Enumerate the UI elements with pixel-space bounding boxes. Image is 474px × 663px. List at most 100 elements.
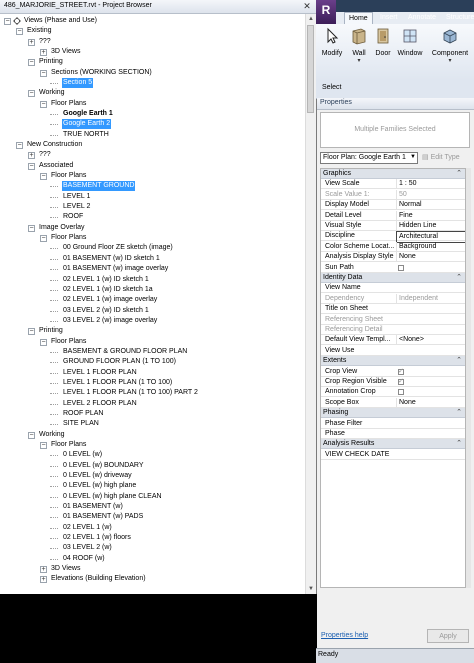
tree-node[interactable]: − Working: [0, 88, 300, 98]
property-row[interactable]: Annotation Crop: [321, 387, 465, 398]
tree-node[interactable]: 02 LEVEL 1 (w): [0, 523, 300, 533]
close-icon[interactable]: ✕: [302, 1, 312, 11]
type-selector[interactable]: Multiple Families Selected: [320, 112, 470, 148]
property-row[interactable]: Crop View: [321, 367, 465, 377]
tree-node[interactable]: 02 LEVEL 1 (w) ID sketch 1: [0, 275, 300, 285]
tree-node[interactable]: − Sections (WORKING SECTION): [0, 68, 300, 78]
scrollbar-thumb[interactable]: [307, 25, 314, 113]
scroll-down-icon[interactable]: ▼: [306, 584, 316, 594]
tree-node[interactable]: LEVEL 1: [0, 192, 300, 202]
tree-node[interactable]: LEVEL 2 FLOOR PLAN: [0, 399, 300, 409]
tab-annotate[interactable]: Annotate: [404, 12, 440, 24]
property-row[interactable]: Display Model Normal: [321, 200, 465, 211]
tree-vertical-scrollbar[interactable]: ▲ ▼: [305, 14, 316, 594]
expand-icon[interactable]: +: [28, 152, 35, 160]
property-checkbox[interactable]: [398, 377, 404, 385]
tree-node[interactable]: − Floor Plans: [0, 233, 300, 243]
tree-node[interactable]: − New Construction: [0, 140, 300, 150]
wall-button[interactable]: Wall ▾: [348, 27, 370, 77]
tree-node[interactable]: TRUE NORTH: [0, 130, 300, 140]
select-panel-bar[interactable]: Select: [316, 80, 474, 99]
tree-node[interactable]: 0 LEVEL (w) high plane CLEAN: [0, 492, 300, 502]
property-value[interactable]: None: [396, 252, 465, 263]
collapse-icon[interactable]: −: [40, 173, 47, 181]
tree-node[interactable]: 03 LEVEL 2 (w) image overlay: [0, 316, 300, 326]
property-checkbox[interactable]: [398, 389, 404, 396]
tree-node[interactable]: − Printing: [0, 326, 300, 336]
property-value[interactable]: Background: [396, 241, 465, 252]
tab-structure[interactable]: Structure: [442, 12, 474, 24]
tree-node[interactable]: 01 BASEMENT (w) image overlay: [0, 264, 300, 274]
property-row[interactable]: Title on Sheet: [321, 304, 465, 315]
tree-node[interactable]: LEVEL 1 FLOOR PLAN (1 TO 100) PART 2: [0, 388, 300, 398]
collapse-icon[interactable]: ⌃: [456, 273, 462, 283]
door-button[interactable]: Door: [372, 27, 394, 77]
tab-insert[interactable]: Insert: [376, 12, 402, 24]
collapse-icon[interactable]: −: [4, 18, 11, 25]
tree-node[interactable]: Google Earth 1: [0, 109, 300, 119]
tree-node[interactable]: 02 LEVEL 1 (w) floors: [0, 533, 300, 543]
tree-node[interactable]: +3D Views: [0, 47, 300, 57]
tree-node[interactable]: LEVEL 1 FLOOR PLAN: [0, 368, 300, 378]
scroll-up-icon[interactable]: ▲: [306, 14, 316, 24]
collapse-icon[interactable]: −: [28, 162, 35, 170]
tree-node[interactable]: ROOF PLAN: [0, 409, 300, 419]
collapse-icon[interactable]: −: [28, 224, 35, 232]
tree-node[interactable]: 01 BASEMENT (w): [0, 502, 300, 512]
properties-help-link[interactable]: Properties help: [321, 632, 368, 639]
window-button[interactable]: Window: [396, 27, 424, 77]
tree-node[interactable]: 0 LEVEL (w) driveway: [0, 471, 300, 481]
tree-node[interactable]: GROUND FLOOR PLAN (1 TO 100): [0, 357, 300, 367]
tree-node[interactable]: − Floor Plans: [0, 440, 300, 450]
tree-node[interactable]: − Working: [0, 430, 300, 440]
collapse-icon[interactable]: ⌃: [456, 408, 462, 418]
collapse-icon[interactable]: −: [28, 328, 35, 336]
apply-button[interactable]: Apply: [427, 629, 469, 643]
tree-node[interactable]: − Views (Phase and Use): [0, 16, 300, 26]
tree-node[interactable]: +???: [0, 37, 300, 47]
tree-node[interactable]: 0 LEVEL (w): [0, 450, 300, 460]
properties-scrollbar[interactable]: [466, 168, 471, 588]
collapse-icon[interactable]: −: [28, 59, 35, 67]
property-value[interactable]: Hidden Line: [396, 221, 465, 231]
property-group-header[interactable]: Analysis Results ⌃: [321, 439, 465, 450]
property-row[interactable]: Scope Box None: [321, 397, 465, 408]
tree-node[interactable]: − Existing: [0, 26, 300, 36]
tree-node[interactable]: BASEMENT GROUND: [0, 181, 300, 192]
tree-node[interactable]: 02 LEVEL 1 (w) ID sketch 1a: [0, 285, 300, 295]
tree-node[interactable]: 00 Ground Floor ZE sketch (image): [0, 243, 300, 253]
tree-node[interactable]: 01 BASEMENT (w) ID sketch 1: [0, 254, 300, 264]
property-row[interactable]: View Use: [321, 346, 465, 356]
component-dropdown-icon[interactable]: ▾: [428, 57, 472, 64]
property-value[interactable]: <None>: [396, 335, 465, 346]
property-row[interactable]: Discipline Architectural: [321, 231, 465, 244]
application-menu-button[interactable]: R: [316, 0, 336, 24]
property-group-header[interactable]: Identity Data ⌃: [321, 273, 465, 283]
tree-node[interactable]: +3D Views: [0, 564, 300, 574]
collapse-icon[interactable]: −: [40, 441, 47, 449]
collapse-icon[interactable]: −: [28, 431, 35, 439]
modify-button[interactable]: Modify: [318, 27, 346, 77]
instance-filter-dropdown[interactable]: Floor Plan: Google Earth 1 ▼: [320, 152, 418, 164]
property-row[interactable]: View Name: [321, 283, 465, 294]
collapse-icon[interactable]: −: [40, 100, 47, 108]
tree-node[interactable]: 0 LEVEL (w) high plane: [0, 481, 300, 491]
tree-node[interactable]: BASEMENT & GROUND FLOOR PLAN: [0, 347, 300, 357]
property-row[interactable]: Analysis Display Style None: [321, 252, 465, 263]
tree-node[interactable]: − Printing: [0, 57, 300, 67]
property-value[interactable]: 1 : 50: [396, 179, 465, 190]
property-row[interactable]: Crop Region Visible: [321, 377, 465, 387]
tab-home[interactable]: Home: [344, 12, 373, 24]
collapse-icon[interactable]: ⌃: [456, 439, 462, 449]
collapse-icon[interactable]: ⌃: [456, 169, 462, 179]
collapse-icon[interactable]: −: [40, 338, 47, 346]
tree-node[interactable]: − Floor Plans: [0, 337, 300, 347]
tree-node[interactable]: 03 LEVEL 2 (w) ID sketch 1: [0, 306, 300, 316]
expand-icon[interactable]: +: [40, 49, 47, 57]
tree-node[interactable]: − Floor Plans: [0, 99, 300, 109]
collapse-icon[interactable]: −: [40, 69, 47, 77]
property-group-header[interactable]: Graphics ⌃: [321, 169, 465, 179]
collapse-icon[interactable]: −: [16, 28, 23, 36]
tree-node[interactable]: − Floor Plans: [0, 171, 300, 181]
tree-node[interactable]: − Associated: [0, 161, 300, 171]
